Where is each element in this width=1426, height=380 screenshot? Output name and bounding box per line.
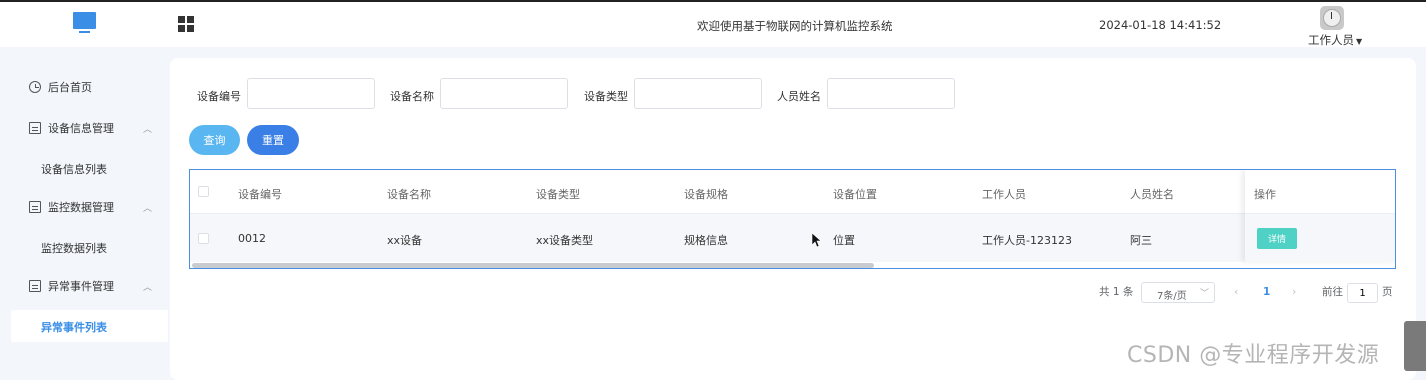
cell-person-name: 阿三 <box>1130 234 1152 247</box>
page-size-select[interactable]: 7条/页 ﹀ <box>1141 282 1215 303</box>
sidebar-item-device-info[interactable]: 设备信息管理 ︿ <box>11 114 168 142</box>
next-page-icon[interactable]: › <box>1292 285 1296 298</box>
chevron-down-icon: ﹀ <box>1200 289 1210 299</box>
pagination-total: 共 1 条 <box>1099 286 1134 298</box>
device-name-label: 设备名称 <box>390 90 434 103</box>
cell-spec: 规格信息 <box>684 234 728 247</box>
device-no-input[interactable] <box>247 78 375 109</box>
user-menu-label: 工作人员 <box>1308 33 1354 47</box>
column-header: 操作 <box>1254 188 1276 201</box>
action-header-cell: 操作 <box>1245 170 1395 214</box>
cell-device-no: 0012 <box>238 232 266 245</box>
goto-page-input[interactable] <box>1347 283 1378 303</box>
cell-device-type: xx设备类型 <box>536 234 594 247</box>
device-type-input[interactable] <box>634 78 762 109</box>
column-header: 设备名称 <box>387 188 431 201</box>
chevron-up-icon: ︿ <box>143 125 153 135</box>
avatar[interactable] <box>1320 6 1344 30</box>
person-name-input[interactable] <box>827 78 955 109</box>
sidebar-item-label: 异常事件管理 <box>48 280 114 293</box>
horizontal-scrollbar[interactable] <box>190 262 1395 268</box>
scrollbar-thumb[interactable] <box>192 263 874 268</box>
data-table: 设备编号 设备名称 设备类型 设备规格 设备位置 工作人员 人员姓名 0012 … <box>189 169 1396 269</box>
sidebar-subitem-monitor-list[interactable]: 监控数据列表 <box>11 231 168 263</box>
action-cell: 详情 <box>1245 214 1395 262</box>
device-type-label: 设备类型 <box>584 90 628 103</box>
chevron-up-icon: ︿ <box>143 283 153 293</box>
box-icon <box>29 201 41 213</box>
column-header: 设备类型 <box>536 188 580 201</box>
column-header: 工作人员 <box>982 188 1026 201</box>
device-name-input[interactable] <box>440 78 568 109</box>
sidebar-subitem-label: 设备信息列表 <box>41 163 107 176</box>
sidebar-subitem-device-list[interactable]: 设备信息列表 <box>11 152 168 184</box>
cell-device-name: xx设备 <box>387 234 423 247</box>
action-column: 操作 详情 <box>1245 170 1395 262</box>
sidebar-item-exception[interactable]: 异常事件管理 ︿ <box>11 272 168 300</box>
box-icon <box>29 122 41 134</box>
cell-worker: 工作人员-123123 <box>982 234 1072 247</box>
detail-button[interactable]: 详情 <box>1257 228 1297 249</box>
sidebar-item-label: 设备信息管理 <box>48 122 114 135</box>
sidebar-item-home[interactable]: 后台首页 <box>11 73 168 101</box>
person-name-label: 人员姓名 <box>777 90 821 103</box>
select-all-checkbox[interactable] <box>198 186 209 197</box>
datetime-display: 2024-01-18 14:41:52 <box>1099 18 1222 32</box>
page-suffix: 页 <box>1382 286 1393 298</box>
sidebar-item-label: 监控数据管理 <box>48 201 114 214</box>
top-bar: 欢迎使用基于物联网的计算机监控系统 2024-01-18 14:41:52 工作… <box>0 0 1426 47</box>
watermark: CSDN @专业程序开发源 <box>1127 343 1380 368</box>
box-icon <box>29 280 41 292</box>
clock-icon <box>29 81 41 93</box>
scroll-handle[interactable] <box>1404 321 1426 371</box>
prev-page-icon[interactable]: ‹ <box>1234 285 1238 298</box>
goto-label: 前往 <box>1322 286 1343 298</box>
device-no-label: 设备编号 <box>197 90 241 103</box>
column-header: 设备编号 <box>238 188 282 201</box>
page-size-value: 7条/页 <box>1157 291 1187 302</box>
column-header: 人员姓名 <box>1130 188 1174 201</box>
monitor-icon <box>73 12 96 36</box>
row-checkbox[interactable] <box>198 233 209 244</box>
page-number-current[interactable]: 1 <box>1263 286 1270 298</box>
column-header: 设备规格 <box>684 188 728 201</box>
sidebar-subitem-exception-list[interactable]: 异常事件列表 <box>11 310 168 342</box>
grid-icon[interactable] <box>178 16 194 32</box>
table-row[interactable]: 0012 xx设备 xx设备类型 规格信息 位置 工作人员-123123 阿三 <box>190 214 1395 262</box>
chevron-up-icon: ︿ <box>143 204 153 214</box>
reset-button[interactable]: 重置 <box>247 125 299 155</box>
user-menu[interactable]: 工作人员 ▼ <box>1308 32 1362 48</box>
sidebar-subitem-label: 异常事件列表 <box>41 321 107 334</box>
sidebar-subitem-label: 监控数据列表 <box>41 242 107 255</box>
sidebar-item-label: 后台首页 <box>48 81 92 94</box>
column-header: 设备位置 <box>833 188 877 201</box>
system-title: 欢迎使用基于物联网的计算机监控系统 <box>697 19 893 33</box>
query-button[interactable]: 查询 <box>189 125 240 155</box>
mouse-pointer-icon <box>812 233 822 248</box>
sidebar-item-monitor-data[interactable]: 监控数据管理 ︿ <box>11 193 168 221</box>
table-header: 设备编号 设备名称 设备类型 设备规格 设备位置 工作人员 人员姓名 <box>190 170 1395 214</box>
chevron-down-icon: ▼ <box>1356 37 1363 46</box>
cell-location: 位置 <box>833 234 855 247</box>
